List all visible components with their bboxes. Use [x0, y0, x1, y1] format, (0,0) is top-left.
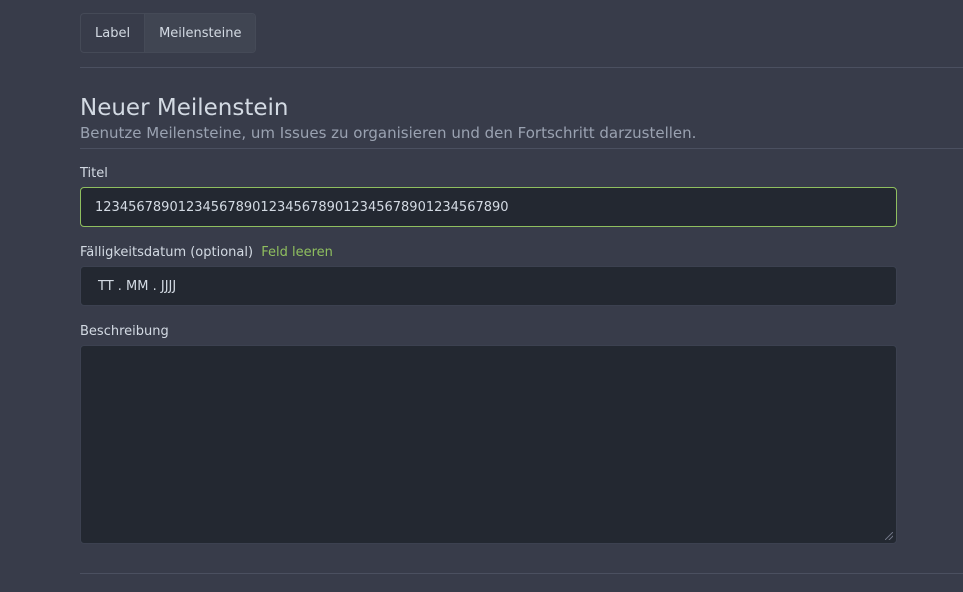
due-date-label: Fälligkeitsdatum (optional) [80, 245, 254, 260]
bottom-divider [80, 573, 963, 574]
header-divider [80, 148, 963, 149]
title-input[interactable]: 1234567890123456789012345678901234567890… [80, 187, 897, 227]
page: Label Meilensteine Neuer Meilenstein Ben… [0, 0, 963, 592]
top-divider [80, 67, 963, 68]
due-date-label-row: Fälligkeitsdatum (optional) Feld leeren [80, 245, 333, 261]
description-label: Beschreibung [80, 324, 169, 339]
title-label: Titel [80, 166, 108, 181]
page-title: Neuer Meilenstein [80, 95, 289, 121]
clear-date-link[interactable]: Feld leeren [261, 245, 333, 260]
tab-milestones[interactable]: Meilensteine [144, 14, 256, 52]
tab-group: Label Meilensteine [80, 13, 257, 53]
page-subtitle: Benutze Meilensteine, um Issues zu organ… [80, 124, 697, 142]
description-textarea[interactable] [80, 345, 897, 544]
due-date-input[interactable]: TT . MM . JJJJ [80, 266, 897, 306]
resize-grip-icon[interactable] [885, 532, 893, 540]
tab-label[interactable]: Label [81, 14, 144, 52]
